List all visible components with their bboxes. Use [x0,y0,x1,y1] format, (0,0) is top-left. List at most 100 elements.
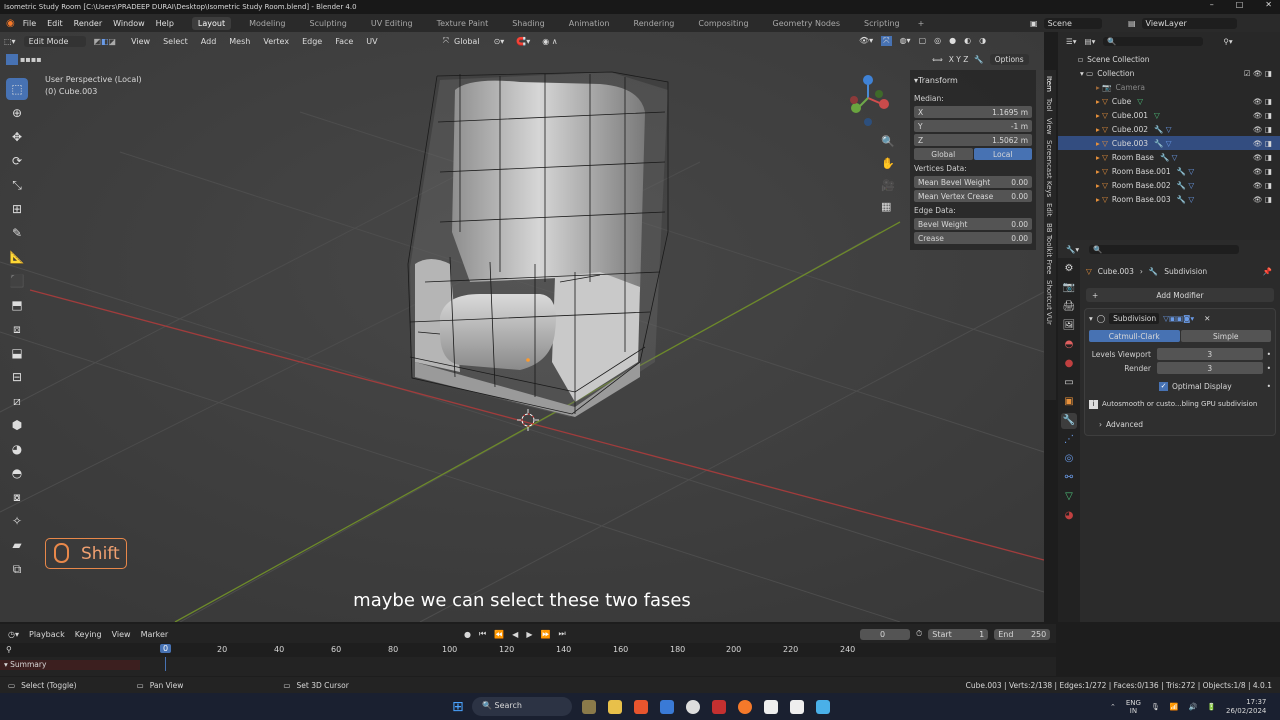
visibility-icon[interactable]: 👁▾ [859,36,873,46]
transform-tool-icon[interactable]: ⊞ [6,198,28,220]
mean-vertex-crease-field[interactable]: Mean Vertex Crease 0.00 [914,190,1032,202]
selection-mode-tools[interactable]: ▪▪▪▪ [6,52,42,66]
tool-props-icon[interactable]: ⚙ [1061,261,1077,277]
move-tool-icon[interactable]: ✥ [6,126,28,148]
render-props-icon[interactable]: 📷 [1061,280,1077,296]
menu-edge[interactable]: Edge [297,36,327,47]
outliner-item-cube-003[interactable]: ▸ ▽ Cube.003 🔧 ▽ 👁 ◨ [1058,136,1280,150]
view-layer-props-icon[interactable]: 🖼 [1061,318,1077,334]
menu-view[interactable]: View [126,36,155,47]
outliner-scene-collection[interactable]: ▫ Scene Collection [1058,52,1280,66]
median-z-field[interactable]: Z 1.5062 m [914,134,1032,146]
menu-playback[interactable]: Playback [29,630,65,639]
collection-props-icon[interactable]: ▭ [1061,375,1077,391]
tab-geometry-nodes[interactable]: Geometry Nodes [767,17,846,30]
tab-modeling[interactable]: Modeling [243,17,291,30]
tab-shading[interactable]: Shading [506,17,551,30]
menu-render[interactable]: Render [74,19,102,28]
chatgpt-icon[interactable] [686,699,700,714]
blender-logo-icon[interactable]: ◉ [6,18,15,29]
inset-tool-icon[interactable]: ⧈ [6,318,28,340]
crease-field[interactable]: Crease 0.00 [914,232,1032,244]
next-key-icon[interactable]: ⏩ [540,630,550,639]
properties-editor-icon[interactable]: 🔧▾ [1066,245,1079,254]
notes-app-icon[interactable] [816,699,830,714]
clock-icon[interactable]: ⏱ [916,629,922,639]
timeline-editor-icon[interactable]: ◷▾ [8,630,19,639]
add-modifier-button[interactable]: + Add Modifier [1086,288,1274,302]
output-props-icon[interactable]: 🖨 [1061,299,1077,315]
jump-end-icon[interactable]: ⏭ [558,629,565,639]
app-red-icon[interactable] [712,699,726,714]
menu-select[interactable]: Select [158,36,193,47]
material-props-icon[interactable]: ◕ [1061,508,1077,524]
maximize-button[interactable]: □ [1236,0,1244,9]
constraints-props-icon[interactable]: ⚯ [1061,470,1077,486]
particles-props-icon[interactable]: ⋰ [1061,432,1077,448]
shading-solid-icon[interactable]: ● [949,36,956,46]
select-mode-buttons[interactable]: ◩◧◪ [93,37,116,46]
mic-icon[interactable]: 🎙 [1151,703,1160,711]
timeline-search-icon[interactable]: ⚲ [6,645,12,654]
median-y-field[interactable]: Y -1 m [914,120,1032,132]
viewlayer-name[interactable]: ViewLayer [1141,17,1237,29]
world-props-icon[interactable]: ● [1061,356,1077,372]
add-cube-tool-icon[interactable]: ⬛ [6,270,28,292]
filter-icon[interactable]: ⚲▾ [1223,37,1232,46]
shield-app-icon[interactable] [660,699,674,714]
outliner-item-room-base[interactable]: ▸ ▽ Room Base 🔧 ▽ 👁 ◨ [1058,150,1280,164]
simple-toggle[interactable]: Simple [1180,330,1271,342]
prev-key-icon[interactable]: ⏪ [494,630,504,639]
wifi-icon[interactable]: 📶 [1170,703,1179,711]
options-dropdown[interactable]: Options [989,53,1029,65]
language-indicator[interactable]: ENG IN [1126,699,1141,715]
mirror-axes[interactable]: X Y Z [949,55,969,64]
outliner-item-room-base-002[interactable]: ▸ ▽ Room Base.002 🔧 ▽ 👁 ◨ [1058,178,1280,192]
menu-help[interactable]: Help [156,19,174,28]
tab-sculpting[interactable]: Sculpting [304,17,353,30]
tab-view[interactable]: View [1045,118,1053,135]
play-reverse-icon[interactable]: ◀ [512,630,518,639]
object-props-icon[interactable]: ▣ [1061,394,1077,410]
menu-file[interactable]: File [23,19,36,28]
3d-viewport[interactable]: 🔍 ✋ 🎥 ▦ [0,32,1044,622]
outliner-item-room-base-003[interactable]: ▸ ▽ Room Base.003 🔧 ▽ 👁 ◨ [1058,192,1280,206]
tab-texture-paint[interactable]: Texture Paint [431,17,495,30]
bevel-tool-icon[interactable]: ⬓ [6,342,28,364]
play-icon[interactable]: ▶ [526,630,532,639]
brave-browser-icon[interactable] [634,699,648,714]
annotate-tool-icon[interactable]: ✎ [6,222,28,244]
menu-marker[interactable]: Marker [141,630,169,639]
record-icon[interactable]: ● [464,630,471,639]
mean-bevel-weight-field[interactable]: Mean Bevel Weight 0.00 [914,176,1032,188]
select-box-tool-icon[interactable]: ⬚ [6,78,28,100]
scale-tool-icon[interactable]: ⤡ [6,174,28,196]
menu-uv[interactable]: UV [361,36,382,47]
optimal-display-checkbox[interactable]: ✓ [1159,381,1168,391]
tab-edit[interactable]: Edit [1045,203,1053,217]
tab-uv-editing[interactable]: UV Editing [365,17,419,30]
wrench-icon[interactable]: 🔧 [974,55,983,64]
mirror-icon[interactable]: ⟺ [932,55,943,64]
pivot-icon[interactable]: ⊙▾ [494,37,505,46]
blender-taskbar-icon[interactable] [738,699,752,714]
editor-type-icon[interactable]: ⬚▾ [4,37,16,46]
tab-scripting[interactable]: Scripting [858,17,906,30]
outliner-editor-icon[interactable]: ☰▾ [1066,37,1077,46]
outliner-search-icon[interactable]: 🔍 [1103,36,1204,46]
tab-compositing[interactable]: Compositing [692,17,754,30]
windows-start-icon[interactable]: ⊞ [452,699,464,715]
shading-wire-icon[interactable]: ◎ [934,36,941,46]
knife-tool-icon[interactable]: ⧄ [6,390,28,412]
menu-add[interactable]: Add [196,36,222,47]
collapse-icon[interactable]: ▾ [1089,314,1093,323]
remove-modifier-icon[interactable]: ✕ [1204,314,1210,323]
local-toggle[interactable]: Local [973,148,1032,160]
menu-keying[interactable]: Keying [75,630,102,639]
xray-icon[interactable]: ▢ [919,36,927,46]
menu-view[interactable]: View [112,630,131,639]
edge-slide-tool-icon[interactable]: ⧇ [6,486,28,508]
extrude-tool-icon[interactable]: ⬒ [6,294,28,316]
tab-rendering[interactable]: Rendering [628,17,681,30]
current-frame-field[interactable]: 0 [860,628,910,640]
